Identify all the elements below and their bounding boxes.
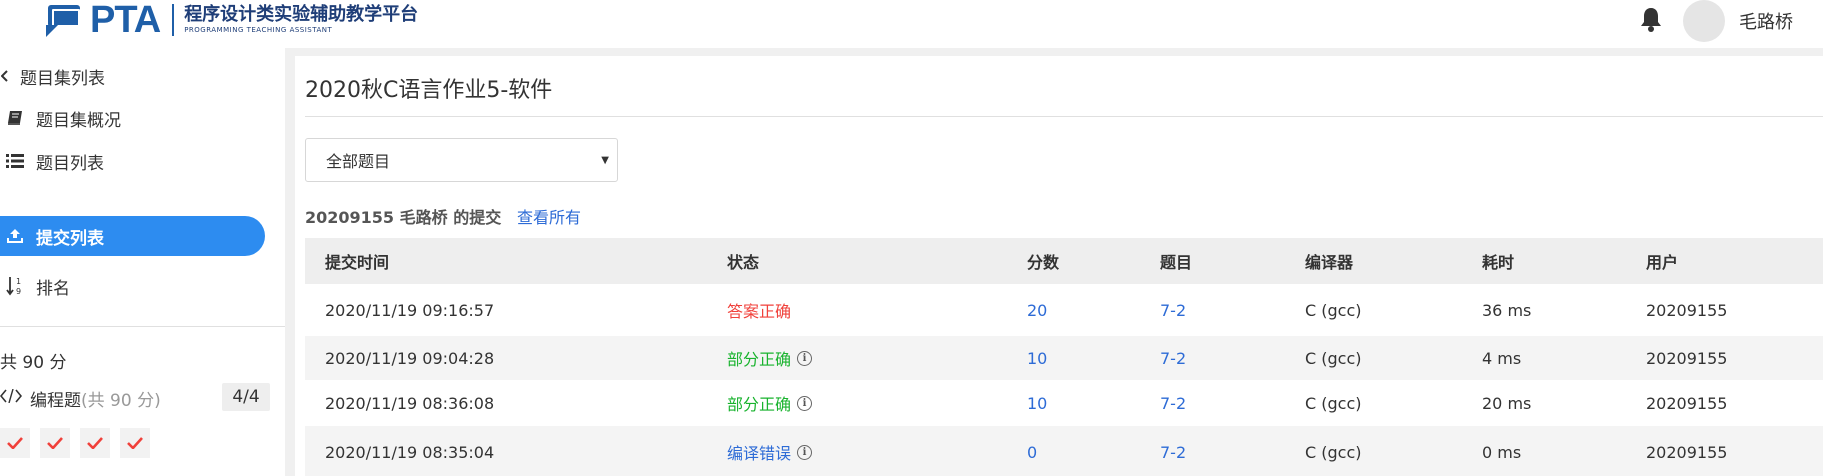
- logo-separator: [172, 4, 175, 36]
- cell-score[interactable]: 10: [1027, 380, 1047, 426]
- sidebar-item-label: 提交列表: [36, 228, 104, 249]
- cell-elapsed: 20 ms: [1482, 393, 1532, 413]
- check-icon[interactable]: [40, 428, 70, 458]
- logo-subtitle-en: PROGRAMMING TEACHING ASSISTANT: [184, 26, 333, 34]
- cell-time: 2020/11/19 08:36:08: [325, 393, 495, 413]
- column-header: 耗时: [1482, 253, 1515, 272]
- cell-status[interactable]: 答案正确: [727, 284, 791, 336]
- page-title: 2020秋C语言作业5-软件: [305, 78, 553, 103]
- cell-elapsed: 36 ms: [1482, 300, 1532, 320]
- select-value: 全部题目: [326, 152, 391, 171]
- sidebar-item-submissions[interactable]: 提交列表: [0, 216, 265, 256]
- column-header: 提交时间: [325, 253, 390, 272]
- cell-time: 2020/11/19 09:04:28: [325, 348, 495, 368]
- sidebar: 题目集列表 题目集概况 题目列表 提交列表 19 排名 共 90 分 编程题 (…: [0, 56, 285, 476]
- svg-text:1: 1: [16, 277, 21, 286]
- cell-score[interactable]: 0: [1027, 426, 1037, 476]
- cell-compiler: C (gcc): [1305, 348, 1362, 368]
- info-icon[interactable]: i: [797, 350, 813, 366]
- sidebar-item-label: 排名: [36, 278, 70, 299]
- top-header: PTA 程序设计类实验辅助教学平台 PROGRAMMING TEACHING A…: [0, 0, 1823, 48]
- upload-icon: [4, 227, 26, 245]
- view-all-link[interactable]: 查看所有: [517, 204, 581, 228]
- programming-section[interactable]: 编程题 (共 90 分) 4/4: [0, 383, 270, 413]
- cell-compiler: C (gcc): [1305, 442, 1362, 462]
- bell-icon[interactable]: [1640, 6, 1662, 32]
- cell-compiler: C (gcc): [1305, 300, 1362, 320]
- sidebar-divider: [0, 326, 285, 327]
- cell-status-wrap: 编译错误 i: [727, 426, 813, 476]
- cell-elapsed: 0 ms: [1482, 442, 1522, 462]
- cell-user: 20209155: [1646, 300, 1728, 320]
- total-score: 共 90 分: [0, 353, 67, 373]
- cell-user: 20209155: [1646, 442, 1728, 462]
- logo-subtitle: 程序设计类实验辅助教学平台 PROGRAMMING TEACHING ASSIS…: [184, 5, 418, 35]
- header-divider: [285, 48, 1823, 56]
- cell-user: 20209155: [1646, 348, 1728, 368]
- submission-owner-heading: 20209155 毛路桥 的提交: [305, 208, 502, 227]
- logo-subtitle-cn: 程序设计类实验辅助教学平台: [184, 4, 419, 25]
- svg-text:9: 9: [16, 287, 21, 296]
- cell-problem[interactable]: 7-2: [1160, 336, 1186, 380]
- table-row[interactable]: 2020/11/19 09:04:28 部分正确 i 10 7-2 C (gcc)…: [305, 336, 1823, 380]
- cell-user: 20209155: [1646, 393, 1728, 413]
- column-header: 分数: [1027, 253, 1060, 272]
- info-icon[interactable]: i: [797, 395, 813, 411]
- logo-text: PTA: [90, 0, 161, 41]
- table-row[interactable]: 2020/11/19 08:35:04 编译错误 i 0 7-2 C (gcc) …: [305, 426, 1823, 476]
- problem-filter-select[interactable]: 全部题目 ▼: [305, 138, 618, 182]
- sidebar-separator: [285, 56, 295, 476]
- programming-label: 编程题: [30, 390, 81, 411]
- main-content: 2020秋C语言作业5-软件 全部题目 ▼ 20209155 毛路桥 的提交 查…: [295, 56, 1823, 476]
- cell-problem[interactable]: 7-2: [1160, 380, 1186, 426]
- cell-status[interactable]: 编译错误: [727, 440, 791, 464]
- title-divider: [305, 116, 1823, 117]
- cell-elapsed: 4 ms: [1482, 348, 1522, 368]
- column-header: 题目: [1160, 253, 1193, 272]
- cell-problem[interactable]: 7-2: [1160, 426, 1186, 476]
- programming-points: (共 90 分): [81, 390, 161, 411]
- sidebar-item-ranking[interactable]: 19 排名: [4, 266, 70, 306]
- table-row[interactable]: 2020/11/19 08:36:08 部分正确 i 10 7-2 C (gcc)…: [305, 380, 1823, 426]
- check-icon[interactable]: [80, 428, 110, 458]
- sidebar-item-label: 题目集列表: [20, 68, 105, 89]
- sidebar-item-problem-sets[interactable]: 题目集列表: [0, 56, 105, 96]
- book-icon: [4, 109, 26, 127]
- sidebar-item-label: 题目集概况: [36, 110, 121, 131]
- column-header: 编译器: [1305, 253, 1354, 272]
- cell-time: 2020/11/19 09:16:57: [325, 300, 495, 320]
- sidebar-item-overview[interactable]: 题目集概况: [4, 98, 121, 138]
- sidebar-item-label: 题目列表: [36, 153, 104, 174]
- sidebar-item-problem-list[interactable]: 题目列表: [4, 141, 104, 181]
- code-logo-icon: [46, 3, 86, 37]
- info-icon[interactable]: i: [797, 444, 813, 460]
- cell-status-wrap: 部分正确 i: [727, 380, 813, 426]
- cell-status[interactable]: 部分正确: [727, 346, 791, 370]
- table-row[interactable]: 2020/11/19 09:16:57 答案正确 20 7-2 C (gcc) …: [305, 284, 1823, 336]
- column-header: 状态: [727, 253, 760, 272]
- cell-time: 2020/11/19 08:35:04: [325, 442, 495, 462]
- sort-numeric-icon: 19: [4, 277, 26, 296]
- caret-down-icon: ▼: [601, 155, 609, 166]
- cell-status-wrap: 部分正确 i: [727, 336, 813, 380]
- check-icon[interactable]: [120, 428, 150, 458]
- column-header: 用户: [1646, 253, 1679, 272]
- cell-score[interactable]: 20: [1027, 284, 1047, 336]
- chevron-left-icon: [0, 67, 10, 85]
- list-icon: [4, 152, 26, 170]
- cell-status[interactable]: 部分正确: [727, 391, 791, 415]
- pta-logo[interactable]: PTA 程序设计类实验辅助教学平台 PROGRAMMING TEACHING A…: [46, 0, 418, 40]
- cell-compiler: C (gcc): [1305, 393, 1362, 413]
- username[interactable]: 毛路桥: [1739, 8, 1793, 34]
- cell-problem[interactable]: 7-2: [1160, 284, 1186, 336]
- code-icon: [0, 388, 23, 408]
- table-header: 提交时间 状态 分数 题目 编译器 耗时 用户: [305, 238, 1823, 284]
- avatar[interactable]: [1683, 0, 1725, 42]
- cell-score[interactable]: 10: [1027, 336, 1047, 380]
- programming-count-badge: 4/4: [222, 383, 270, 411]
- check-icon[interactable]: [0, 428, 30, 458]
- problem-checks: [0, 428, 150, 458]
